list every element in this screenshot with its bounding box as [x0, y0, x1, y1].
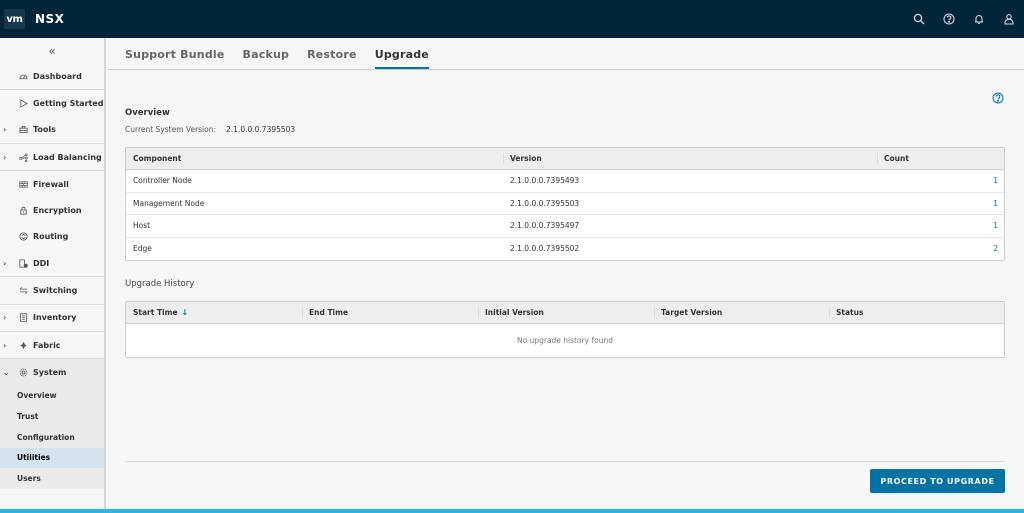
sidebar-item-firewall[interactable]: Firewall — [0, 171, 104, 197]
help-icon[interactable] — [934, 0, 964, 38]
proceed-to-upgrade-button[interactable]: PROCEED TO UPGRADE — [870, 469, 1005, 493]
table-row: Controller Node 2.1.0.0.0.7395493 1 — [126, 170, 1004, 193]
tab-backup[interactable]: Backup — [243, 48, 290, 69]
tab-support-bundle[interactable]: Support Bundle — [125, 48, 225, 69]
column-header-version[interactable]: Version — [503, 148, 877, 169]
sidebar-item-encryption[interactable]: Encryption — [0, 197, 104, 223]
column-header-status[interactable]: Status — [829, 302, 1004, 323]
sidebar-item-inventory[interactable]: › Inventory — [0, 305, 104, 331]
load-balancer-icon — [18, 152, 28, 162]
overview-title: Overview — [125, 108, 170, 118]
user-icon[interactable] — [994, 0, 1024, 38]
component-name: Controller Node — [133, 176, 192, 186]
sort-descending-icon[interactable]: ↓ — [182, 308, 189, 317]
column-header-target-version[interactable]: Target Version — [654, 302, 829, 323]
bell-icon[interactable] — [964, 0, 994, 38]
help-icon[interactable] — [992, 89, 1004, 104]
component-name: Management Node — [133, 198, 205, 208]
sidebar-item-system[interactable]: ⌄ System — [0, 359, 104, 385]
dashboard-icon — [18, 71, 28, 81]
sidebar-item-tools[interactable]: › Tools — [0, 117, 104, 143]
play-icon — [18, 98, 28, 108]
sidebar: « Dashboard Getting Started › Tools › Lo… — [0, 38, 106, 509]
component-count-link[interactable]: 1 — [877, 221, 1004, 230]
vmware-logo: vm — [4, 9, 25, 29]
component-version: 2.1.0.0.0.7395502 — [510, 244, 580, 254]
column-header-component[interactable]: Component — [126, 148, 503, 169]
lock-icon — [18, 206, 28, 216]
components-table-header: Component Version Count — [126, 148, 1004, 170]
current-version: Current System Version: 2.1.0.0.0.7395503 — [125, 125, 295, 134]
ddi-icon — [18, 258, 28, 268]
sidebar-item-dashboard[interactable]: Dashboard — [0, 63, 104, 89]
chevron-right-icon: › — [3, 152, 7, 162]
chevron-right-icon: › — [3, 125, 7, 135]
fabric-icon — [18, 340, 28, 350]
column-header-initial-version[interactable]: Initial Version — [478, 302, 654, 323]
components-table: Component Version Count Controller Node … — [125, 147, 1005, 261]
sidebar-subitem-overview[interactable]: Overview — [0, 386, 104, 407]
chevron-right-icon: › — [3, 258, 7, 268]
component-count-link[interactable]: 1 — [877, 176, 1004, 185]
component-name: Host — [133, 221, 151, 231]
gear-icon — [18, 367, 28, 377]
top-header: vm NSX — [0, 0, 1024, 38]
empty-state-message: No upgrade history found — [517, 336, 613, 345]
toolbox-icon — [18, 125, 28, 135]
main-content: Support Bundle Backup Restore Upgrade Ov… — [108, 38, 1024, 509]
column-header-count[interactable]: Count — [877, 148, 1004, 169]
component-count-link[interactable]: 2 — [877, 244, 1004, 253]
firewall-icon — [18, 179, 28, 189]
tab-bar: Support Bundle Backup Restore Upgrade — [108, 38, 1024, 70]
sidebar-item-ddi[interactable]: › DDI — [0, 250, 104, 276]
chevron-right-icon: › — [3, 313, 7, 323]
routing-icon — [18, 232, 28, 242]
sidebar-subitem-utilities[interactable]: Utilities — [0, 447, 104, 469]
table-row: Edge 2.1.0.0.0.7395502 2 — [126, 238, 1004, 261]
sidebar-subitem-users[interactable]: Users — [0, 468, 104, 489]
sidebar-item-fabric[interactable]: › Fabric — [0, 332, 104, 358]
sidebar-item-routing[interactable]: Routing — [0, 224, 104, 250]
table-row: Management Node 2.1.0.0.0.7395503 1 — [126, 193, 1004, 215]
upgrade-history-table: Start Time ↓ End Time Initial Version Tar… — [125, 301, 1005, 358]
tab-upgrade[interactable]: Upgrade — [374, 48, 429, 69]
component-name: Edge — [133, 244, 152, 254]
system-group: ⌄ System Overview Trust Configuration Ut… — [0, 359, 104, 489]
current-version-label: Current System Version: — [125, 125, 217, 134]
chevron-right-icon: › — [3, 340, 7, 350]
sidebar-item-getting-started[interactable]: Getting Started — [0, 90, 104, 116]
sidebar-subitem-configuration[interactable]: Configuration — [0, 427, 104, 448]
inventory-icon — [18, 313, 28, 323]
collapse-sidebar-button[interactable]: « — [0, 38, 104, 63]
upgrade-history-title: Upgrade History — [125, 279, 195, 289]
bottom-accent-bar — [0, 509, 1024, 513]
search-icon[interactable] — [904, 0, 934, 38]
history-table-header: Start Time ↓ End Time Initial Version Tar… — [126, 302, 1004, 324]
sidebar-subitem-trust[interactable]: Trust — [0, 406, 104, 427]
component-count-link[interactable]: 1 — [877, 199, 1004, 208]
switching-icon — [18, 286, 28, 296]
column-header-end-time[interactable]: End Time — [302, 302, 478, 323]
sidebar-item-switching[interactable]: Switching — [0, 277, 104, 303]
product-name: NSX — [35, 12, 65, 26]
current-version-value: 2.1.0.0.0.7395503 — [226, 125, 296, 134]
component-version: 2.1.0.0.0.7395493 — [510, 176, 580, 186]
column-header-start-time[interactable]: Start Time ↓ — [126, 302, 302, 323]
component-version: 2.1.0.0.0.7395503 — [510, 198, 580, 208]
table-row: Host 2.1.0.0.0.7395497 1 — [126, 215, 1004, 238]
component-version: 2.1.0.0.0.7395497 — [510, 221, 580, 231]
sidebar-item-load-balancing[interactable]: › Load Balancing — [0, 144, 104, 170]
divider — [125, 461, 1005, 462]
tab-restore[interactable]: Restore — [307, 48, 357, 69]
chevron-down-icon: ⌄ — [3, 367, 10, 377]
